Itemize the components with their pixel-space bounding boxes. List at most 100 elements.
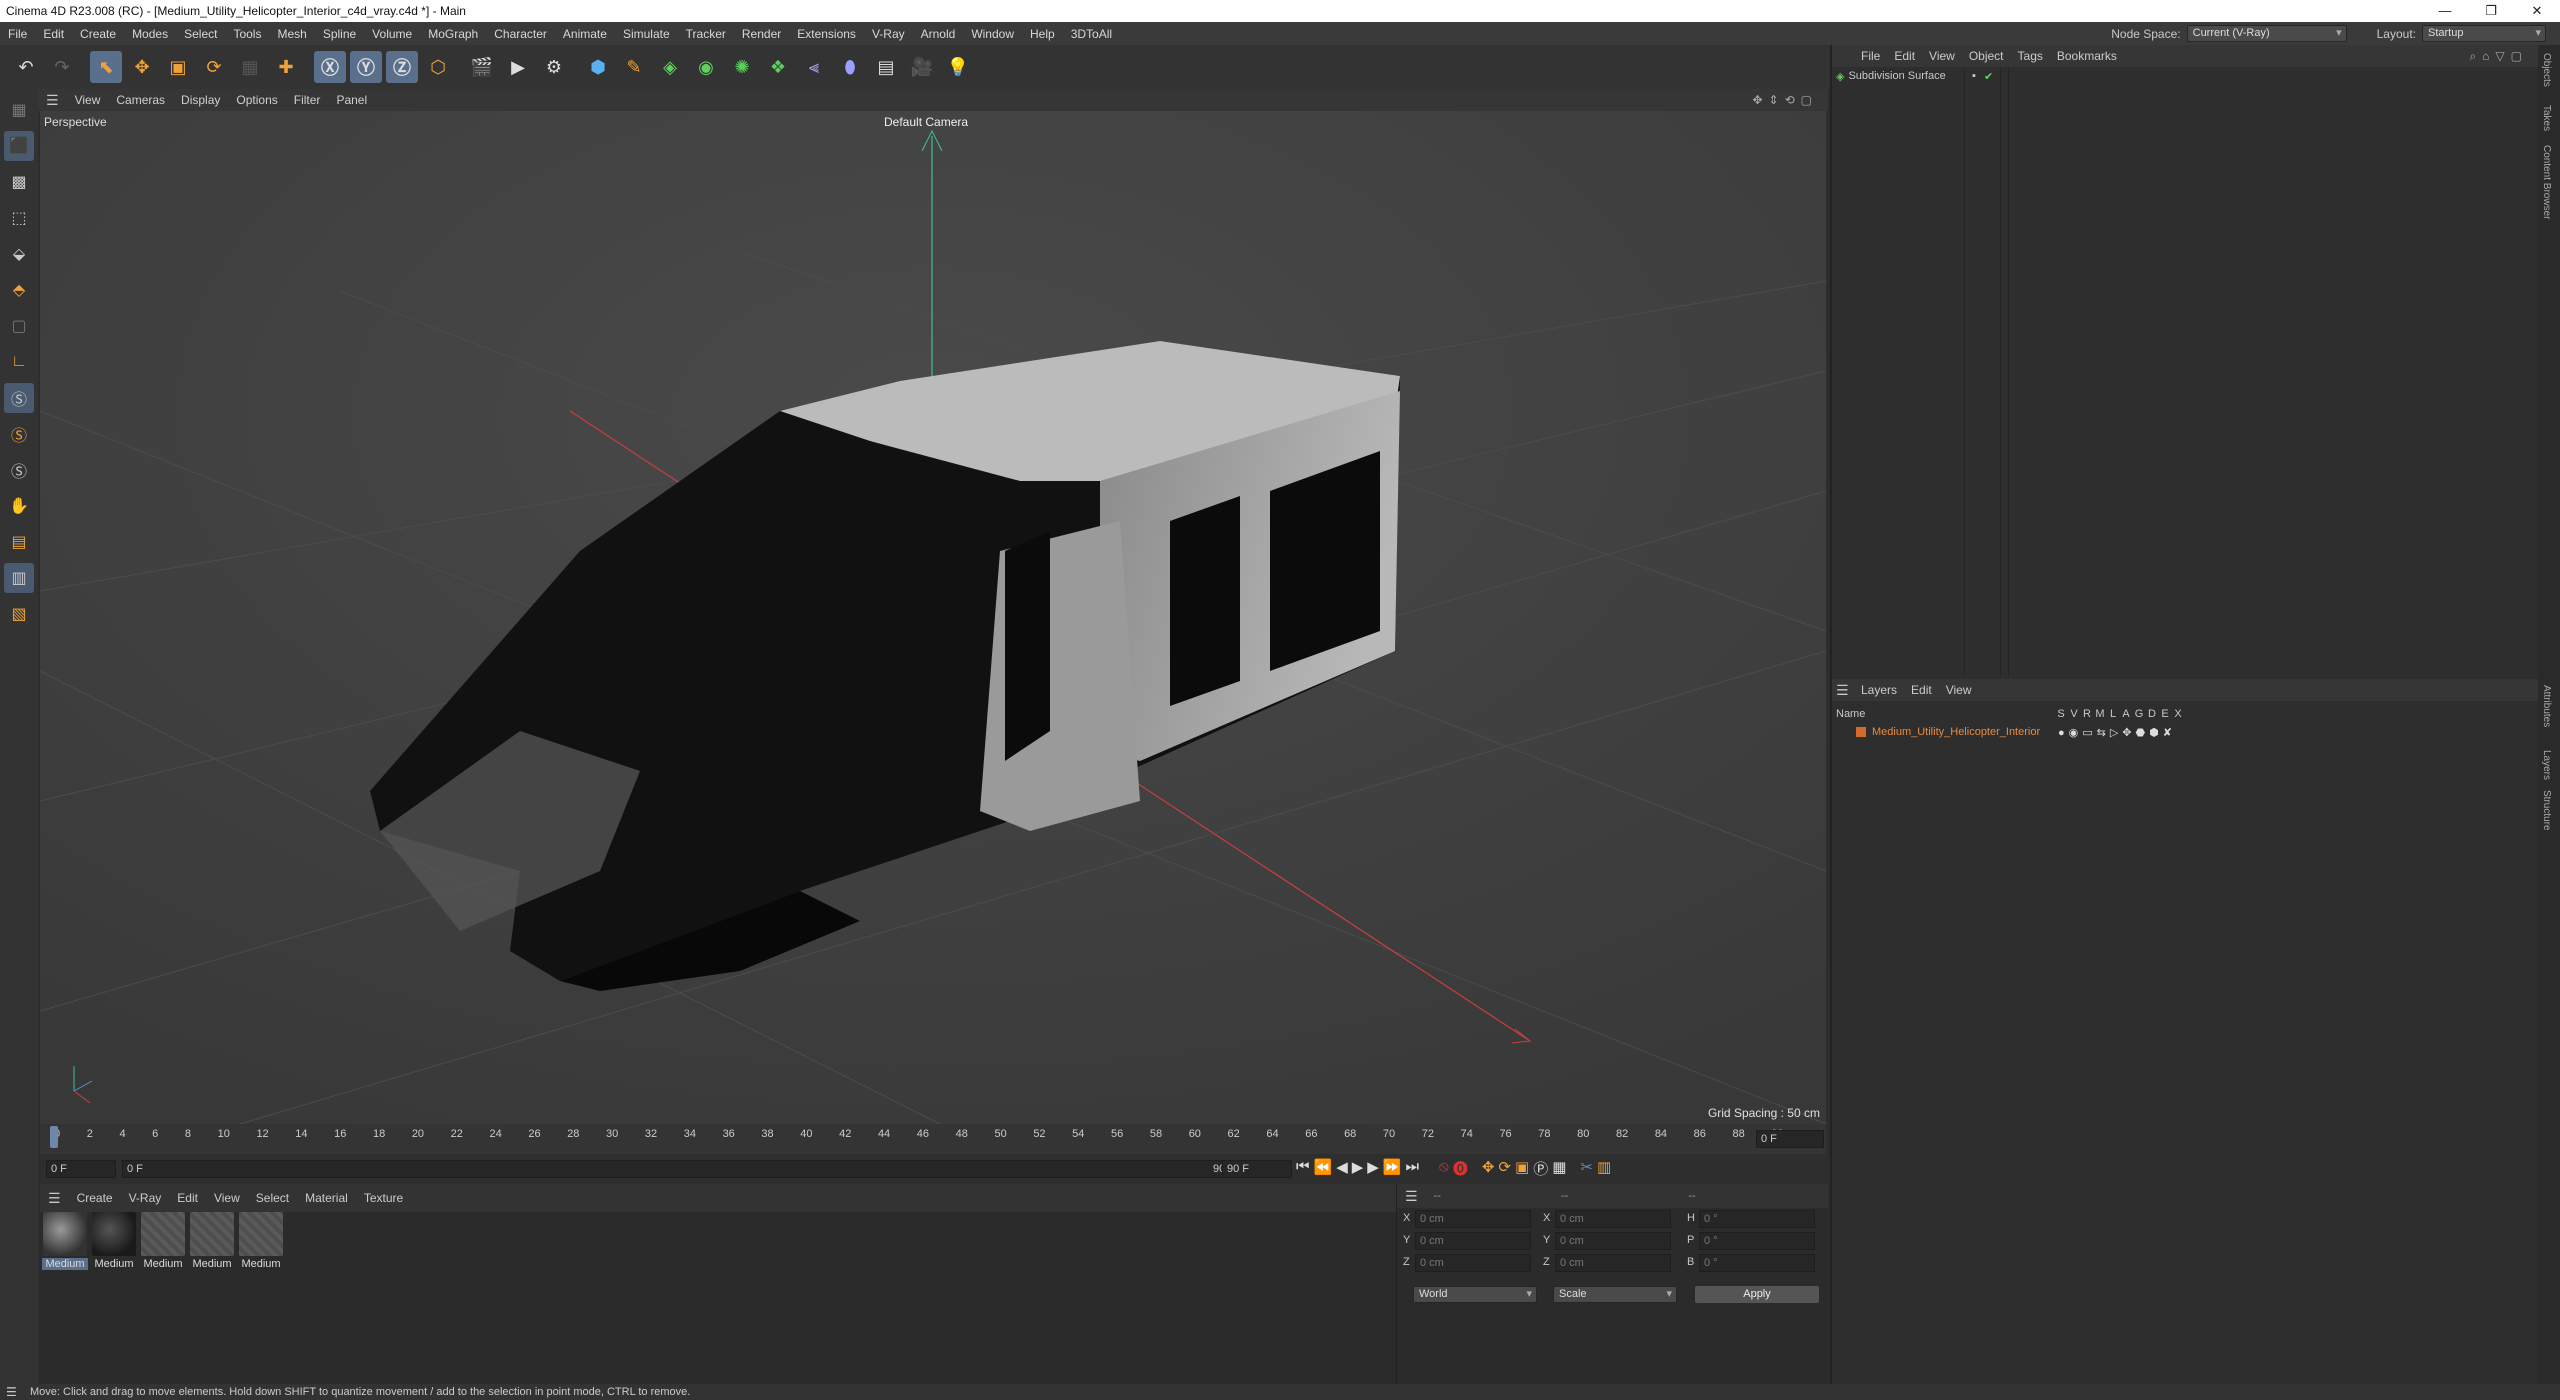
coordinate-value-field[interactable]: 0 ° [1699, 1254, 1815, 1272]
menu-volume[interactable]: Volume [364, 27, 420, 41]
coordinate-mode-select[interactable]: World [1413, 1286, 1537, 1303]
layer-menu-layers[interactable]: Layers [1854, 683, 1904, 697]
menu-animate[interactable]: Animate [555, 27, 615, 41]
obj-menu-file[interactable]: File [1854, 49, 1887, 63]
coordinate-value-field[interactable]: 0 cm [1555, 1254, 1671, 1272]
coordinate-value-field[interactable]: 0 ° [1699, 1232, 1815, 1250]
menu-simulate[interactable]: Simulate [615, 27, 678, 41]
menu-window[interactable]: Window [963, 27, 1022, 41]
material-swatch[interactable]: Medium [91, 1212, 137, 1270]
enabled-check-icon[interactable]: ✔ [1984, 70, 1993, 83]
coordinate-value-field[interactable]: 0 cm [1555, 1232, 1671, 1250]
object-tree[interactable]: ◈ Subdivision Surface ▪ ✔ [1832, 67, 2538, 677]
z-axis-icon[interactable]: Ⓩ [386, 51, 418, 83]
lock-workplane-icon[interactable]: ✋ [4, 491, 34, 521]
obj-menu-edit[interactable]: Edit [1887, 49, 1922, 63]
obj-menu-object[interactable]: Object [1962, 49, 2011, 63]
status-hamburger-icon[interactable]: ☰ [6, 1384, 17, 1400]
axis-mode-icon[interactable]: ∟ [4, 347, 34, 377]
texture-mode-icon[interactable]: ▩ [4, 167, 34, 197]
timeline-ruler[interactable]: 0246810121416182022242628303234363840424… [40, 1124, 1826, 1154]
array-icon[interactable]: ✺ [726, 51, 758, 83]
viewport-menu-filter[interactable]: Filter [286, 93, 329, 107]
start-frame-field[interactable]: 0 F [46, 1160, 116, 1178]
mat-menu-vray[interactable]: V-Ray [121, 1191, 170, 1205]
preview-range-slider[interactable]: 0 F 90 F [122, 1160, 1242, 1178]
create-null-icon[interactable]: ✚ [270, 51, 302, 83]
field-icon[interactable]: ⬮ [834, 51, 866, 83]
menu-mograph[interactable]: MoGraph [420, 27, 486, 41]
menu-tools[interactable]: Tools [225, 27, 269, 41]
tab-content-browser[interactable]: Content Browser [2541, 145, 2552, 219]
menu-spline[interactable]: Spline [315, 27, 364, 41]
obj-menu-tags[interactable]: Tags [2011, 49, 2050, 63]
move-icon[interactable]: ✥ [126, 51, 158, 83]
material-swatch[interactable]: Medium [189, 1212, 235, 1270]
minimize-icon[interactable]: — [2422, 0, 2468, 22]
layer-column-header[interactable]: G [2134, 708, 2144, 720]
layer-column-header[interactable]: R [2082, 708, 2092, 720]
layer-column-header[interactable]: V [2069, 708, 2079, 720]
coordinate-value-field[interactable]: 0 cm [1415, 1210, 1531, 1228]
goto-start-icon[interactable]: ⏮ [1296, 1158, 1310, 1179]
undo-icon[interactable]: ↶ [10, 51, 42, 83]
mat-menu-texture[interactable]: Texture [356, 1191, 411, 1205]
viewport-menu-view[interactable]: View [67, 93, 109, 107]
tab-takes[interactable]: Takes [2541, 105, 2552, 131]
tab-structure[interactable]: Structure [2541, 790, 2552, 831]
coordinate-system-icon[interactable]: ⬡ [422, 51, 454, 83]
snap-settings-icon[interactable]: Ⓢ [4, 419, 34, 449]
material-swatch[interactable]: Medium [42, 1212, 88, 1270]
apply-button[interactable]: Apply [1695, 1286, 1819, 1303]
coordinate-value-field[interactable]: 0 ° [1699, 1210, 1815, 1228]
autokey-icon[interactable]: ⓿ [1453, 1158, 1468, 1179]
obj-menu-bookmarks[interactable]: Bookmarks [2050, 49, 2124, 63]
coordinate-value-field[interactable]: 0 cm [1415, 1254, 1531, 1272]
goto-end-icon[interactable]: ⏭ [1406, 1158, 1420, 1179]
viewport-menu-display[interactable]: Display [173, 93, 228, 107]
polygons-mode-icon[interactable]: ⬘ [4, 275, 34, 305]
uv-mode-icon[interactable]: ▢ [4, 311, 34, 341]
coordinate-value-field[interactable]: 0 cm [1555, 1210, 1671, 1228]
visibility-toggle-icon[interactable]: ▪ [1972, 70, 1976, 82]
make-editable-icon[interactable]: ▦ [4, 95, 34, 125]
coords-hamburger-icon[interactable]: ☰ [1397, 1188, 1426, 1205]
end-frame-field[interactable]: 90 F [1222, 1160, 1292, 1178]
redo-icon[interactable]: ↷ [46, 51, 78, 83]
keyframe-param-icon[interactable]: Ⓟ [1533, 1158, 1548, 1179]
material-swatch[interactable]: Medium [140, 1212, 186, 1270]
solo-icon[interactable]: ▧ [4, 599, 34, 629]
cloner-icon[interactable]: ❖ [762, 51, 794, 83]
current-frame-field[interactable]: 0 F [1756, 1130, 1824, 1148]
object-search-icon[interactable]: ⌕⌂▽▢ [2469, 49, 2538, 64]
restore-icon[interactable]: ❐ [2468, 0, 2514, 22]
viewport-menu-panel[interactable]: Panel [328, 93, 375, 107]
layer-color-swatch[interactable] [1856, 727, 1866, 737]
playhead[interactable] [50, 1126, 58, 1148]
mat-menu-view[interactable]: View [206, 1191, 248, 1205]
render-region-icon[interactable]: 🎬 [466, 51, 498, 83]
menu-vray[interactable]: V-Ray [864, 27, 913, 41]
material-hamburger-icon[interactable]: ☰ [40, 1190, 69, 1207]
workplane-icon[interactable]: ▤ [4, 527, 34, 557]
prev-key-icon[interactable]: ⏪ [1314, 1158, 1333, 1179]
motion-mode-icon[interactable]: ✂ [1580, 1158, 1593, 1179]
close-icon[interactable]: ✕ [2514, 0, 2560, 22]
layer-column-header[interactable]: A [2121, 708, 2131, 720]
layer-column-header[interactable]: M [2095, 708, 2105, 720]
menu-modes[interactable]: Modes [124, 27, 176, 41]
menu-arnold[interactable]: Arnold [913, 27, 964, 41]
layer-column-header[interactable]: L [2108, 708, 2118, 720]
coordinate-value-field[interactable]: 0 cm [1415, 1232, 1531, 1250]
grid-icon[interactable]: ▥ [4, 563, 34, 593]
play-icon[interactable]: ▶ [1352, 1158, 1364, 1179]
viewport-nav-icons[interactable]: ✥⇕⟲▢ [1752, 93, 1828, 107]
menu-3dtoall[interactable]: 3DToAll [1063, 27, 1120, 41]
y-axis-icon[interactable]: Ⓨ [350, 51, 382, 83]
menu-create[interactable]: Create [72, 27, 124, 41]
menu-file[interactable]: File [0, 27, 35, 41]
layer-menu-edit[interactable]: Edit [1904, 683, 1939, 697]
light-icon[interactable]: 💡 [942, 51, 974, 83]
snap-icon[interactable]: Ⓢ [4, 383, 34, 413]
deformer-icon[interactable]: ⫷ [798, 51, 830, 83]
